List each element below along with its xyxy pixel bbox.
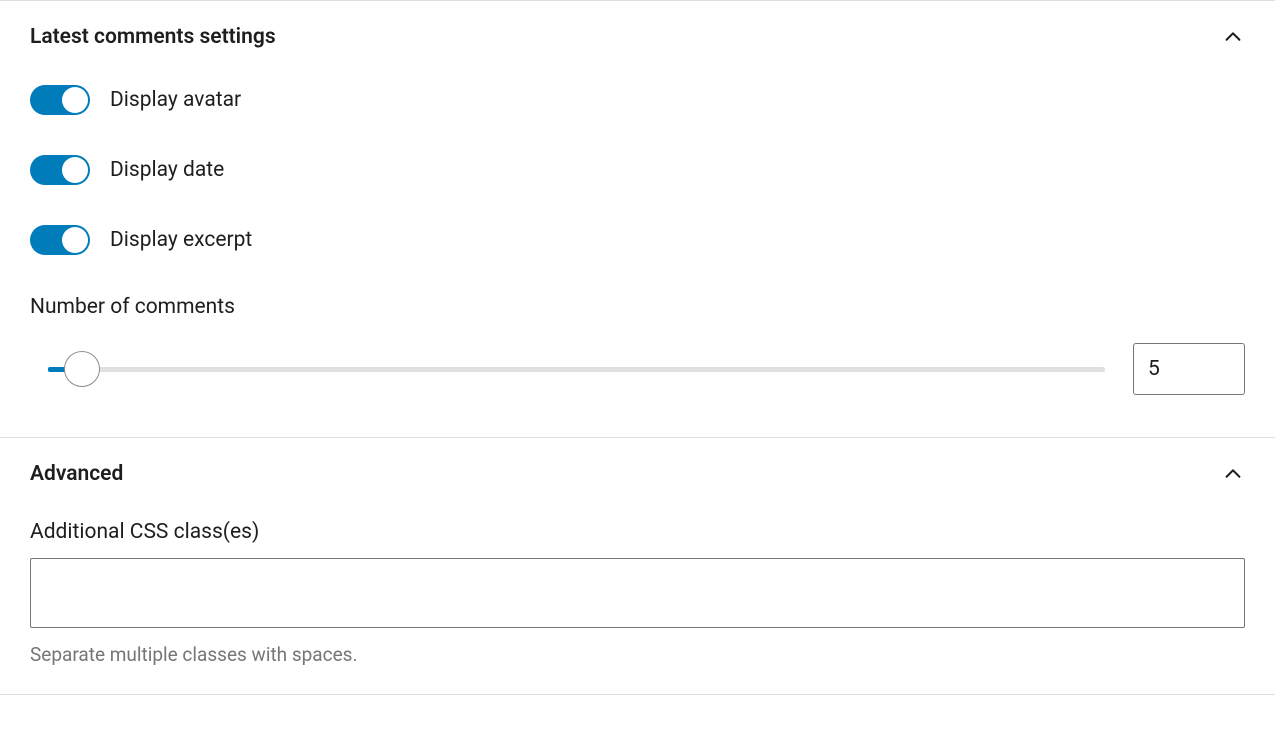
- toggle-display-excerpt-row: Display excerpt: [30, 225, 1245, 255]
- chevron-up-icon: [1221, 25, 1245, 49]
- toggle-display-avatar-row: Display avatar: [30, 85, 1245, 115]
- css-class-help: Separate multiple classes with spaces.: [30, 643, 1245, 666]
- chevron-up-icon: [1221, 462, 1245, 486]
- toggle-display-avatar-label: Display avatar: [110, 88, 241, 112]
- toggle-display-date-row: Display date: [30, 155, 1245, 185]
- advanced-panel-header[interactable]: Advanced: [30, 462, 1245, 486]
- latest-comments-panel-header[interactable]: Latest comments settings: [30, 25, 1245, 49]
- latest-comments-title: Latest comments settings: [30, 25, 276, 49]
- toggle-display-date-label: Display date: [110, 158, 224, 182]
- advanced-panel: Advanced Additional CSS class(es) Separa…: [0, 438, 1275, 695]
- toggle-display-date[interactable]: [30, 155, 90, 185]
- advanced-title: Advanced: [30, 462, 123, 486]
- toggle-display-excerpt-label: Display excerpt: [110, 228, 252, 252]
- toggle-knob: [62, 227, 88, 253]
- latest-comments-panel: Latest comments settings Display avatar …: [0, 0, 1275, 438]
- toggle-knob: [62, 157, 88, 183]
- number-of-comments-label: Number of comments: [30, 295, 1245, 319]
- css-class-input[interactable]: [30, 558, 1245, 628]
- toggle-display-excerpt[interactable]: [30, 225, 90, 255]
- number-of-comments-slider[interactable]: [30, 367, 1105, 372]
- number-of-comments-input[interactable]: [1133, 343, 1245, 395]
- slider-thumb[interactable]: [64, 351, 100, 387]
- toggle-display-avatar[interactable]: [30, 85, 90, 115]
- number-of-comments-control: [30, 343, 1245, 395]
- toggle-knob: [62, 87, 88, 113]
- css-class-label: Additional CSS class(es): [30, 520, 1245, 544]
- slider-track: [48, 367, 1105, 372]
